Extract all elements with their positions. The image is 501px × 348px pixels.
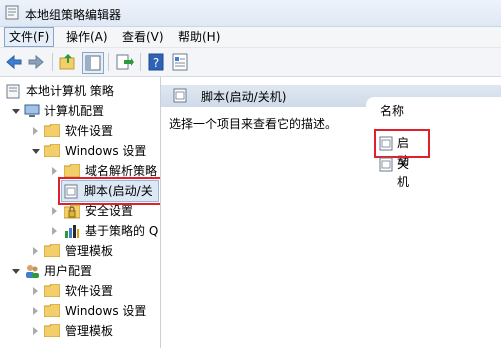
expand-arrow-icon[interactable] <box>12 269 20 274</box>
tree-item-user-config[interactable]: 用户配置 <box>0 261 160 281</box>
tree-item-user-windows-settings[interactable]: Windows 设置 <box>0 301 160 321</box>
folder-icon <box>64 164 80 177</box>
svg-text:?: ? <box>153 56 159 70</box>
tree-item-root[interactable]: 本地计算机 策略 <box>0 81 160 101</box>
menu-view[interactable]: 查看(V) <box>118 28 168 46</box>
bar-chart-icon <box>65 225 79 238</box>
tree-label: 本地计算机 策略 <box>26 84 114 98</box>
folder-icon <box>44 284 60 297</box>
collapse-arrow-icon[interactable] <box>33 307 38 315</box>
tree-item-policy-qos[interactable]: 基于策略的 Q <box>0 221 160 241</box>
tree-label: Windows 设置 <box>65 144 147 158</box>
help-icon[interactable]: ? <box>146 52 166 72</box>
collapse-arrow-icon[interactable] <box>52 207 57 215</box>
back-arrow-icon[interactable] <box>4 52 24 72</box>
collapse-arrow-icon[interactable] <box>33 127 38 135</box>
menu-action[interactable]: 操作(A) <box>62 28 112 46</box>
up-folder-icon[interactable] <box>58 52 78 72</box>
expand-arrow-icon[interactable] <box>32 149 40 154</box>
tree-item-security-settings[interactable]: 安全设置 <box>0 201 160 221</box>
toolbar: ? <box>0 48 501 77</box>
list-item-label: 关机 <box>397 157 410 189</box>
tree-label: 计算机配置 <box>44 104 105 118</box>
tree-item-user-software-settings[interactable]: 软件设置 <box>0 281 160 301</box>
tree-label: 管理模板 <box>65 324 114 338</box>
folder-icon <box>44 124 60 137</box>
tree-pane: 本地计算机 策略 计算机配置 软件设置 Windows 设置 域名解析策略 脚本… <box>0 77 161 348</box>
tree-label: 管理模板 <box>65 244 114 258</box>
properties-icon[interactable] <box>170 52 190 72</box>
column-header-name[interactable]: 名称 <box>366 97 501 119</box>
title-bar: 本地组策略编辑器 <box>0 0 501 27</box>
script-icon <box>379 157 393 172</box>
tree-label: 用户配置 <box>44 264 93 278</box>
collapse-arrow-icon[interactable] <box>33 287 38 295</box>
details-title: 脚本(启动/关机) <box>201 90 287 104</box>
security-lock-icon <box>64 204 80 219</box>
tree-label: 安全设置 <box>85 204 134 218</box>
tree-label: 基于策略的 Q <box>85 224 159 238</box>
tree-item-software-settings[interactable]: 软件设置 <box>0 121 160 141</box>
toolbar-separator <box>52 53 53 71</box>
description-text: 选择一个项目来查看它的描述。 <box>169 117 338 131</box>
expand-arrow-icon[interactable] <box>12 109 20 114</box>
tree-label: 软件设置 <box>65 284 114 298</box>
collapse-arrow-icon[interactable] <box>33 327 38 335</box>
menu-file[interactable]: 文件(F) <box>4 27 55 47</box>
tree-item-admin-templates[interactable]: 管理模板 <box>0 241 160 261</box>
tree-item-user-admin-templates[interactable]: 管理模板 <box>0 321 160 341</box>
details-pane: 脚本(启动/关机) 选择一个项目来查看它的描述。 名称 启动 关机 <box>161 77 501 348</box>
computer-icon <box>24 104 40 117</box>
column-header-label: 名称 <box>380 104 405 118</box>
tree-label: 软件设置 <box>65 124 114 138</box>
script-icon <box>173 88 187 103</box>
forward-arrow-icon[interactable] <box>26 52 46 72</box>
tree-label: Windows 设置 <box>65 304 147 318</box>
users-icon <box>26 265 39 278</box>
show-hide-tree-icon[interactable] <box>82 52 104 74</box>
folder-icon <box>44 144 60 157</box>
policy-document-icon <box>6 84 20 99</box>
folder-icon <box>44 304 60 317</box>
tree-item-computer-config[interactable]: 计算机配置 <box>0 101 160 121</box>
red-highlight-box <box>374 129 430 158</box>
export-list-icon[interactable] <box>114 52 134 72</box>
toolbar-separator <box>108 53 109 71</box>
folder-icon <box>44 324 60 337</box>
menu-bar: 文件(F) 操作(A) 查看(V) 帮助(H) <box>0 27 501 48</box>
collapse-arrow-icon[interactable] <box>33 247 38 255</box>
collapse-arrow-icon[interactable] <box>52 167 57 175</box>
menu-help[interactable]: 帮助(H) <box>174 28 224 46</box>
policy-editor-icon <box>5 5 19 20</box>
collapse-arrow-icon[interactable] <box>52 227 57 235</box>
tree-item-windows-settings[interactable]: Windows 设置 <box>0 141 160 161</box>
toolbar-separator <box>140 53 141 71</box>
window-title: 本地组策略编辑器 <box>25 8 122 22</box>
folder-icon <box>44 244 60 257</box>
